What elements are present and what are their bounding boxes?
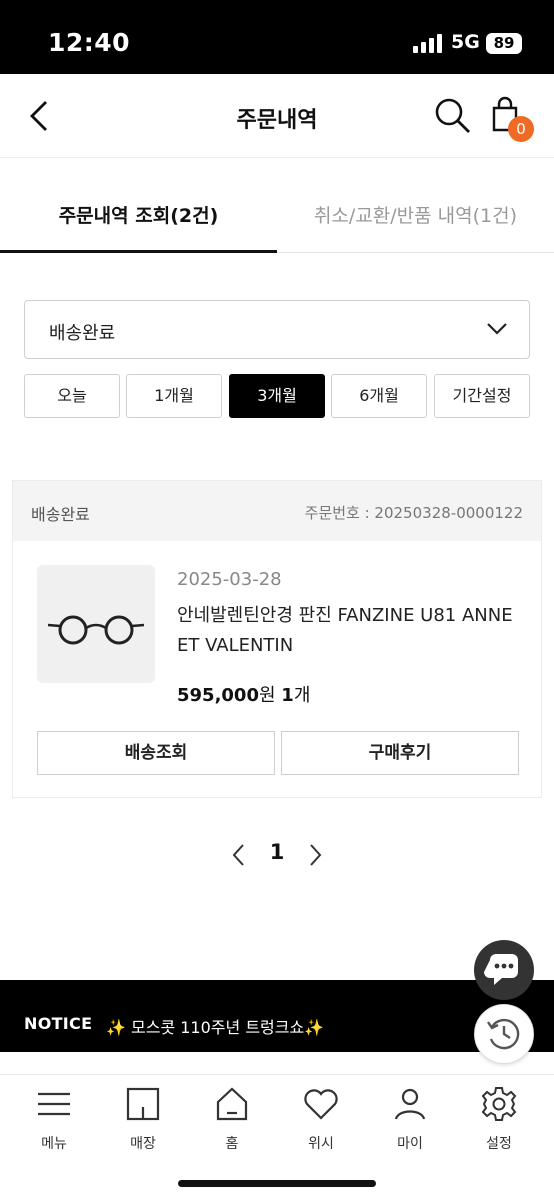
price-line: 595,000원 1개 [177,681,310,707]
nav-item-home[interactable]: 홈 [192,1085,272,1171]
period-6month-button[interactable]: 6개월 [331,374,427,418]
home-indicator [178,1180,376,1187]
track-delivery-button[interactable]: 배송조회 [37,731,275,775]
chat-bubble-icon [484,954,518,985]
notice-label: NOTICE [24,1014,93,1033]
nav-item-wish[interactable]: 위시 [281,1085,361,1171]
history-clock-icon [487,1018,520,1050]
search-icon [435,98,470,133]
current-page[interactable]: 1 [266,840,288,864]
product-price: 595,000 [177,685,259,706]
delivery-status-select[interactable]: 배송완료 [24,300,530,359]
tab-order-history[interactable]: 주문내역 조회(2건) [0,175,277,253]
nav-label-home: 홈 [225,1136,239,1152]
nav-label-store: 매장 [130,1136,156,1152]
product-thumbnail[interactable] [37,565,155,683]
menu-icon [38,1092,70,1116]
period-1month-button[interactable]: 1개월 [126,374,222,418]
cart-count-badge: 0 [508,116,534,142]
heart-icon [304,1089,338,1120]
nav-label-menu: 메뉴 [41,1136,67,1152]
order-tabs: 주문내역 조회(2건) 취소/교환/반품 내역(1건) [0,175,554,253]
nav-label-settings: 설정 [486,1136,512,1152]
header: 주문내역 0 [0,74,554,158]
order-number: 주문번호 : 20250328-0000122 [304,504,523,522]
store-icon [126,1087,160,1121]
signal-icon [413,33,443,53]
pagination: 1 [0,838,554,872]
status-bar: 12:40 5G 89 [0,0,554,74]
nav-item-settings[interactable]: 설정 [459,1085,539,1171]
chat-button[interactable] [474,940,534,1000]
tab-cancel-exchange-return[interactable]: 취소/교환/반품 내역(1건) [277,175,554,253]
quantity: 1 [281,685,294,706]
nav-item-my[interactable]: 마이 [370,1085,450,1171]
quantity-unit: 개 [293,685,311,706]
nav-label-my: 마이 [397,1136,423,1152]
battery-icon: 89 [486,33,522,54]
period-3month-button[interactable]: 3개월 [229,374,325,418]
order-date: 2025-03-28 [177,569,282,590]
product-name[interactable]: 안네발렌틴안경 판진 FANZINE U81 ANNE ET VALENTIN [177,601,527,661]
user-icon [394,1088,426,1120]
order-status: 배송완료 [31,505,90,524]
gear-icon [481,1087,517,1121]
price-unit: 원 [258,685,276,706]
period-today-button[interactable]: 오늘 [24,374,120,418]
period-custom-button[interactable]: 기간설정 [434,374,530,418]
write-review-button[interactable]: 구매후기 [281,731,519,775]
order-card: 배송완료 주문번호 : 20250328-0000122 2025-03-28 … [12,480,542,798]
notice-bar[interactable]: NOTICE ✨ 모스콧 110주년 트렁크쇼✨ [0,980,554,1052]
status-time: 12:40 [48,28,131,57]
selected-status-label: 배송완료 [49,323,116,344]
nav-label-wish: 위시 [308,1136,334,1152]
home-icon [216,1087,248,1121]
eyeglasses-icon [47,615,145,645]
nav-item-store[interactable]: 매장 [103,1085,183,1171]
prev-page-icon[interactable] [228,842,250,868]
notice-text: ✨ 모스콧 110주년 트렁크쇼✨ [106,1018,325,1037]
cart-button[interactable]: 0 [486,94,536,146]
order-card-header: 배송완료 주문번호 : 20250328-0000122 [13,481,541,541]
chevron-down-icon [487,323,507,335]
nav-item-menu[interactable]: 메뉴 [14,1085,94,1171]
network-type: 5G [451,31,480,53]
recent-history-button[interactable] [474,1004,534,1064]
next-page-icon[interactable] [304,842,326,868]
search-button[interactable] [433,96,473,136]
